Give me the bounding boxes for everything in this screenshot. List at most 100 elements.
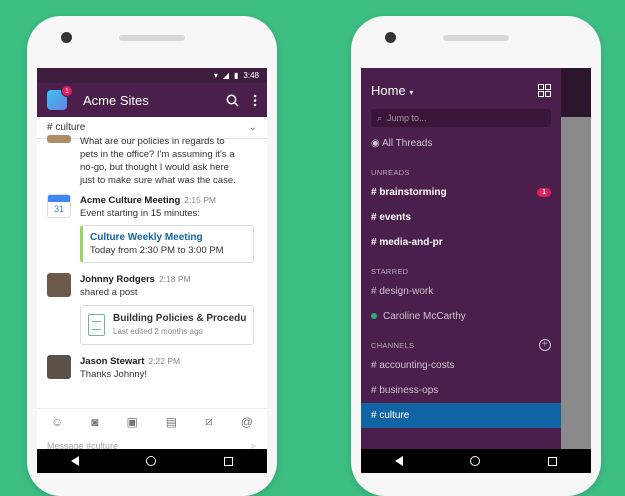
jump-placeholder: Jump to... [387, 113, 427, 123]
message-time: 2:15 PM [184, 195, 216, 205]
app-bar: 1 Acme Sites [37, 83, 267, 117]
camera-icon[interactable]: ◙ [91, 415, 98, 429]
channel-label: # culture [371, 410, 410, 421]
channel-item-design-work[interactable]: # design-work [371, 279, 551, 304]
composer-toolbar: ☺ ◙ ▣ ▤ ⧄ @ [37, 408, 267, 434]
right-phone: Home ▾ ⌕ Jump to... ◉ All Threads UNREAD… [351, 16, 601, 496]
channel-item-business-ops[interactable]: # business-ops [371, 378, 551, 403]
back-icon[interactable] [70, 456, 79, 466]
channels-label: CHANNELS [371, 340, 415, 350]
message-text: Thanks Johnny! [80, 369, 148, 380]
status-time: 3:48 [243, 71, 259, 80]
channel-label: # media-and-pr [371, 237, 443, 248]
event-attachment[interactable]: Culture Weekly Meeting Today from 2:30 P… [80, 225, 254, 263]
home-label: Home [371, 82, 406, 98]
message-text: What are our policies in regards to pets… [80, 136, 236, 186]
home-switcher[interactable]: Home ▾ [371, 83, 413, 98]
sender-name[interactable]: Johnny Rodgers [80, 274, 155, 285]
jump-to-input[interactable]: ⌕ Jump to... [371, 109, 551, 127]
channel-label: # business-ops [371, 385, 439, 396]
channel-item-culture[interactable]: # culture [361, 403, 561, 428]
channel-label: # brainstorming [371, 187, 447, 198]
emoji-icon[interactable]: ☺ [51, 415, 63, 429]
android-nav-bar [361, 449, 591, 473]
slash-command-icon[interactable]: ⧄ [205, 414, 213, 429]
recents-icon[interactable] [548, 456, 558, 466]
message-time: 2:22 PM [148, 356, 181, 366]
avatar[interactable] [47, 135, 71, 143]
message-list: What are our policies in regards to pets… [37, 135, 267, 381]
search-icon[interactable] [226, 94, 239, 107]
left-phone: ▾ ◢ ▮ 3:48 1 Acme Sites # culture ⌄ What… [27, 16, 277, 496]
workspace-icon[interactable]: 1 [47, 85, 73, 110]
message-text: shared a post [80, 287, 138, 298]
chat-screen: ▾ ◢ ▮ 3:48 1 Acme Sites # culture ⌄ What… [37, 68, 267, 473]
android-nav-bar [37, 449, 267, 473]
starred-label: STARRED [371, 266, 409, 276]
recents-icon[interactable] [224, 456, 234, 466]
channel-item-brainstorming[interactable]: # brainstorming 1 [371, 180, 551, 205]
unreads-label: UNREADS [371, 167, 410, 177]
unreads-heading: UNREADS [371, 164, 551, 180]
channel-item-accounting-costs[interactable]: # accounting-costs [371, 353, 551, 378]
wifi-icon: ▾ [213, 71, 218, 80]
back-icon[interactable] [394, 456, 403, 466]
speaker [443, 35, 509, 41]
channel-label: # design-work [371, 286, 434, 297]
message: Jason Stewart 2:22 PM Thanks Johnny! [47, 355, 257, 381]
channel-label: # accounting-costs [371, 360, 455, 371]
document-icon [88, 314, 106, 336]
unread-badge: 1 [537, 188, 551, 197]
channel-item-events[interactable]: # events [371, 205, 551, 230]
all-threads-label: All Threads [381, 138, 433, 149]
sender-name[interactable]: Jason Stewart [80, 356, 144, 367]
calendar-icon[interactable]: 31 [47, 194, 71, 218]
search-icon: ⌕ [377, 112, 383, 123]
caret-down-icon: ▾ [409, 87, 414, 97]
home-icon[interactable] [146, 456, 157, 466]
grid-icon[interactable] [538, 83, 551, 97]
event-title: Culture Weekly Meeting [90, 232, 203, 243]
signal-icon: ◢ [222, 71, 230, 80]
more-vert-icon[interactable] [253, 94, 257, 107]
drawer-header: Home ▾ [361, 73, 561, 107]
channel-name: # culture [47, 122, 86, 133]
file-icon[interactable]: ▤ [166, 415, 177, 429]
message-text: Event starting in 15 minutes: [80, 208, 200, 219]
channel-item-media-and-pr[interactable]: # media-and-pr [371, 230, 551, 255]
home-icon[interactable] [470, 456, 481, 466]
all-threads-item[interactable]: ◉ All Threads [371, 131, 551, 156]
camera [385, 32, 396, 43]
mention-icon[interactable]: @ [241, 415, 253, 429]
workspace-badge: 1 [61, 85, 73, 97]
camera [61, 32, 72, 43]
post-title: Building Policies & Procedu... [113, 313, 246, 324]
post-subtitle: Last edited 2 months ago [113, 327, 203, 336]
image-icon[interactable]: ▣ [126, 415, 137, 429]
shared-post[interactable]: Building Policies & Procedu... Last edit… [80, 305, 254, 345]
message: Johnny Rodgers 2:18 PM shared a post Buil… [47, 273, 257, 345]
avatar[interactable] [47, 273, 71, 297]
threads-icon: ◉ [371, 138, 380, 149]
message: What are our policies in regards to pets… [47, 135, 257, 187]
channel-label: # events [371, 212, 412, 223]
battery-icon: ▮ [234, 71, 239, 80]
drawer-screen: Home ▾ ⌕ Jump to... ◉ All Threads UNREAD… [361, 68, 591, 473]
workspace-name: Acme Sites [83, 92, 149, 108]
event-time: Today from 2:30 PM to 3:00 PM [90, 245, 224, 256]
channel-drawer: Home ▾ ⌕ Jump to... ◉ All Threads UNREAD… [361, 68, 561, 449]
status-bar: ▾ ◢ ▮ 3:48 [37, 68, 267, 83]
speaker [119, 35, 185, 41]
presence-dot [371, 313, 377, 319]
channels-heading: CHANNELS + [371, 337, 551, 353]
add-channel-icon[interactable]: + [539, 339, 551, 351]
sender-name[interactable]: Acme Culture Meeting [80, 195, 180, 206]
message: 31 Acme Culture Meeting 2:15 PM Event sta… [47, 194, 257, 263]
starred-heading: STARRED [371, 263, 551, 279]
dm-label: Caroline McCarthy [383, 311, 466, 322]
dm-item-caroline-mccarthy[interactable]: Caroline McCarthy [371, 304, 551, 329]
avatar[interactable] [47, 355, 71, 379]
message-time: 2:18 PM [158, 274, 191, 284]
calendar-day: 31 [53, 204, 64, 214]
chevron-down-icon: ⌄ [248, 122, 257, 133]
